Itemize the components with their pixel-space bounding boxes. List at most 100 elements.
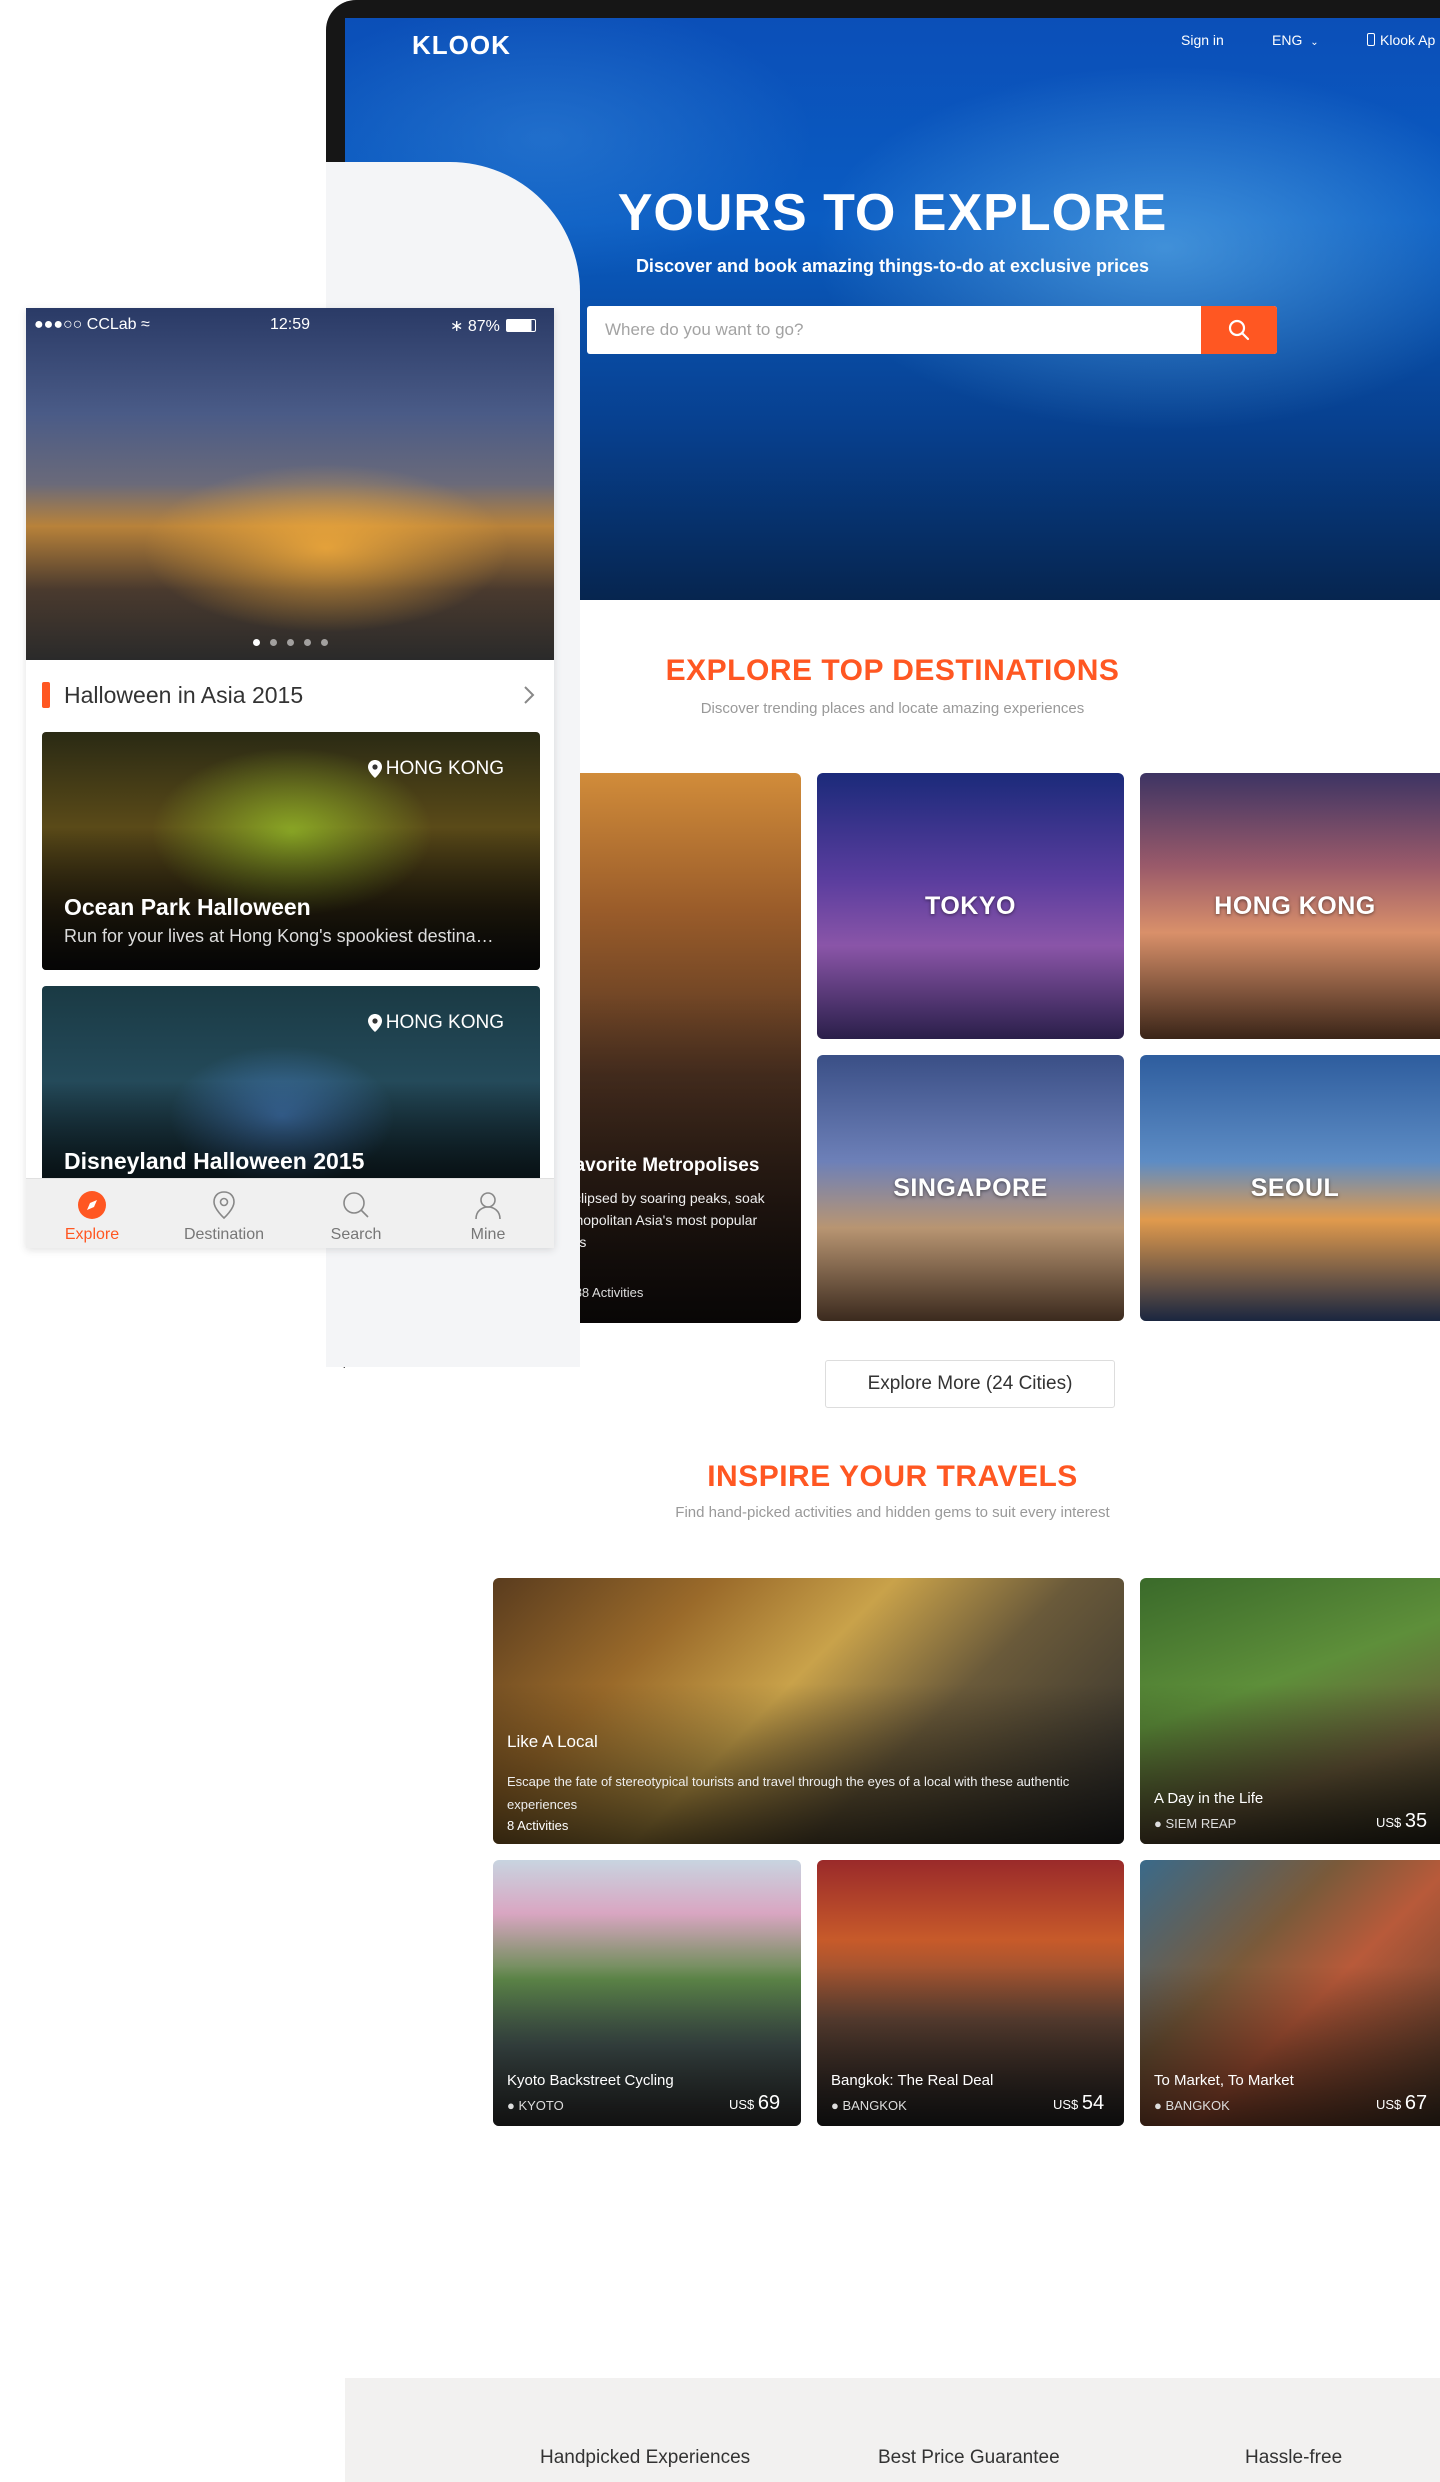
city-label: TOKYO (925, 891, 1016, 920)
feature-best-price: Best Price Guarantee (878, 2447, 1060, 2468)
activity-card[interactable]: Kyoto Backstreet Cycling ● KYOTO US$ 69 (493, 1860, 801, 2126)
features-band: Handpicked Experiences Best Price Guaran… (345, 2378, 1440, 2482)
status-carrier: ●●●○○ CCLab ≈ (34, 316, 150, 334)
price-value: 35 (1404, 1810, 1428, 1832)
city-label: SEOUL (1250, 1173, 1340, 1202)
bottom-tab-bar: Explore Destination Search Mine (26, 1178, 554, 1248)
carrier-label: CCLab (86, 316, 137, 333)
price-value: 54 (1081, 2092, 1105, 2114)
location-label: BANGKOK (842, 2098, 907, 2113)
city-card-singapore[interactable]: SINGAPORE (817, 1055, 1124, 1321)
app-download-link[interactable]: Klook Ap (1367, 32, 1435, 48)
section-title[interactable]: Halloween in Asia 2015 (64, 682, 303, 709)
search-input[interactable] (587, 306, 1217, 354)
battery-icon (505, 319, 536, 332)
inspire-card-count: 8 Activities (507, 1818, 569, 1833)
location-label: SIEM REAP (1165, 1816, 1237, 1831)
klook-logo[interactable]: KLOOK (412, 30, 511, 61)
carousel-dot[interactable] (286, 639, 294, 646)
price-currency: US$ (1053, 2097, 1079, 2112)
location-label: BANGKOK (1165, 2098, 1230, 2113)
language-selector[interactable]: ENG ⌄ (1272, 32, 1319, 48)
price-value: 69 (757, 2092, 781, 2114)
tab-label: Destination (183, 1226, 265, 1243)
event-location: HONG KONG (367, 758, 504, 780)
activity-card[interactable]: To Market, To Market ● BANGKOK US$ 67 (1140, 1860, 1440, 2126)
city-label: HONG KONG (1214, 891, 1376, 920)
carousel-dot[interactable] (320, 639, 328, 646)
city-card-tokyo[interactable]: TOKYO (817, 773, 1124, 1039)
carousel-dot[interactable] (269, 639, 277, 646)
tab-mine[interactable]: Mine (422, 1179, 554, 1248)
activity-price: US$ 67 (1376, 2092, 1427, 2115)
price-currency: US$ (1376, 2097, 1402, 2112)
search-box (587, 306, 1277, 354)
location-pin-icon: ● (831, 2098, 843, 2113)
chevron-down-icon: ⌄ (1310, 37, 1319, 48)
location-pin-icon: ● (507, 2098, 519, 2113)
feature-card-title: Favorite Metropolises (563, 1155, 760, 1176)
event-title: Ocean Park Halloween (64, 894, 311, 920)
price-value: 67 (1404, 2092, 1428, 2114)
activity-location: ● KYOTO (507, 2098, 564, 2113)
tab-label: Mine (470, 1226, 506, 1243)
status-battery: ∗ 87% (450, 316, 536, 336)
location-label: KYOTO (518, 2098, 564, 2113)
sign-in-link[interactable]: Sign in (1181, 32, 1224, 48)
user-icon (475, 1192, 501, 1220)
compass-icon (78, 1191, 106, 1219)
card-shade (493, 1684, 1124, 1844)
phone-icon (1367, 33, 1375, 46)
location-pin-icon: ● (1154, 1816, 1166, 1831)
feature-handpicked: Handpicked Experiences (540, 2447, 751, 2468)
search-icon (1228, 319, 1250, 341)
activity-title: A Day in the Life (1154, 1790, 1264, 1807)
activity-location: ● BANGKOK (1154, 2098, 1230, 2113)
activity-title: To Market, To Market (1154, 2072, 1294, 2089)
activity-card[interactable]: Bangkok: The Real Deal ● BANGKOK US$ 54 (817, 1860, 1124, 2126)
event-subtitle: Run for your lives at Hong Kong's spooki… (64, 926, 494, 946)
event-card-ocean-park[interactable]: HONG KONG Ocean Park Halloween Run for y… (42, 732, 540, 970)
inspire-card-description: Escape the fate of stereotypical tourist… (507, 1774, 1070, 1812)
inspire-title: INSPIRE YOUR TRAVELS (707, 1460, 1078, 1493)
city-card-seoul[interactable]: SEOUL (1140, 1055, 1440, 1321)
activity-card[interactable]: A Day in the Life ● SIEM REAP US$ 35 (1140, 1578, 1440, 1844)
activity-price: US$ 35 (1376, 1810, 1427, 1833)
location-pin-icon (367, 760, 382, 778)
carousel-dots[interactable] (26, 639, 554, 646)
wifi-icon: ≈ (136, 316, 150, 333)
inspire-feature-card[interactable]: Like A Local Escape the fate of stereoty… (493, 1578, 1124, 1844)
search-icon (343, 1192, 369, 1218)
mobile-hero-image[interactable]: ●●●○○ CCLab ≈ 12:59 ∗ 87% (26, 308, 554, 660)
event-title: Disneyland Halloween 2015 (64, 1148, 365, 1174)
inspire-subtitle: Find hand-picked activities and hidden g… (675, 1504, 1110, 1521)
activity-price: US$ 54 (1053, 2092, 1104, 2115)
language-label: ENG (1272, 32, 1303, 48)
city-card-hong-kong[interactable]: HONG KONG (1140, 773, 1440, 1039)
bluetooth-icon: ∗ (450, 318, 468, 335)
explore-more-button[interactable]: Explore More (24 Cities) (825, 1360, 1115, 1408)
carousel-dot[interactable] (303, 639, 311, 646)
tab-explore[interactable]: Explore (26, 1179, 158, 1248)
city-label: SINGAPORE (893, 1173, 1048, 1202)
chevron-right-icon[interactable] (522, 684, 536, 706)
carousel-dot[interactable] (252, 639, 260, 646)
map-pin-icon (213, 1191, 235, 1220)
price-currency: US$ (729, 2097, 755, 2112)
search-button[interactable] (1201, 306, 1277, 354)
mobile-screen: ●●●○○ CCLab ≈ 12:59 ∗ 87% Halloween in A… (26, 308, 554, 1248)
activity-location: ● SIEM REAP (1154, 1816, 1236, 1831)
inspire-card-title: Like A Local (507, 1732, 598, 1751)
tab-label: Search (330, 1226, 382, 1243)
tab-destination[interactable]: Destination (158, 1179, 290, 1248)
location-pin-icon: ● (1154, 2098, 1166, 2113)
location-label: HONG KONG (385, 758, 504, 779)
activity-title: Bangkok: The Real Deal (831, 2072, 994, 2089)
location-label: HONG KONG (385, 1012, 504, 1033)
app-link-label: Klook Ap (1380, 32, 1436, 48)
tab-search[interactable]: Search (290, 1179, 422, 1248)
tab-label: Explore (64, 1226, 120, 1243)
location-pin-icon (367, 1014, 382, 1032)
activity-price: US$ 69 (729, 2092, 780, 2115)
status-time: 12:59 (270, 316, 311, 333)
